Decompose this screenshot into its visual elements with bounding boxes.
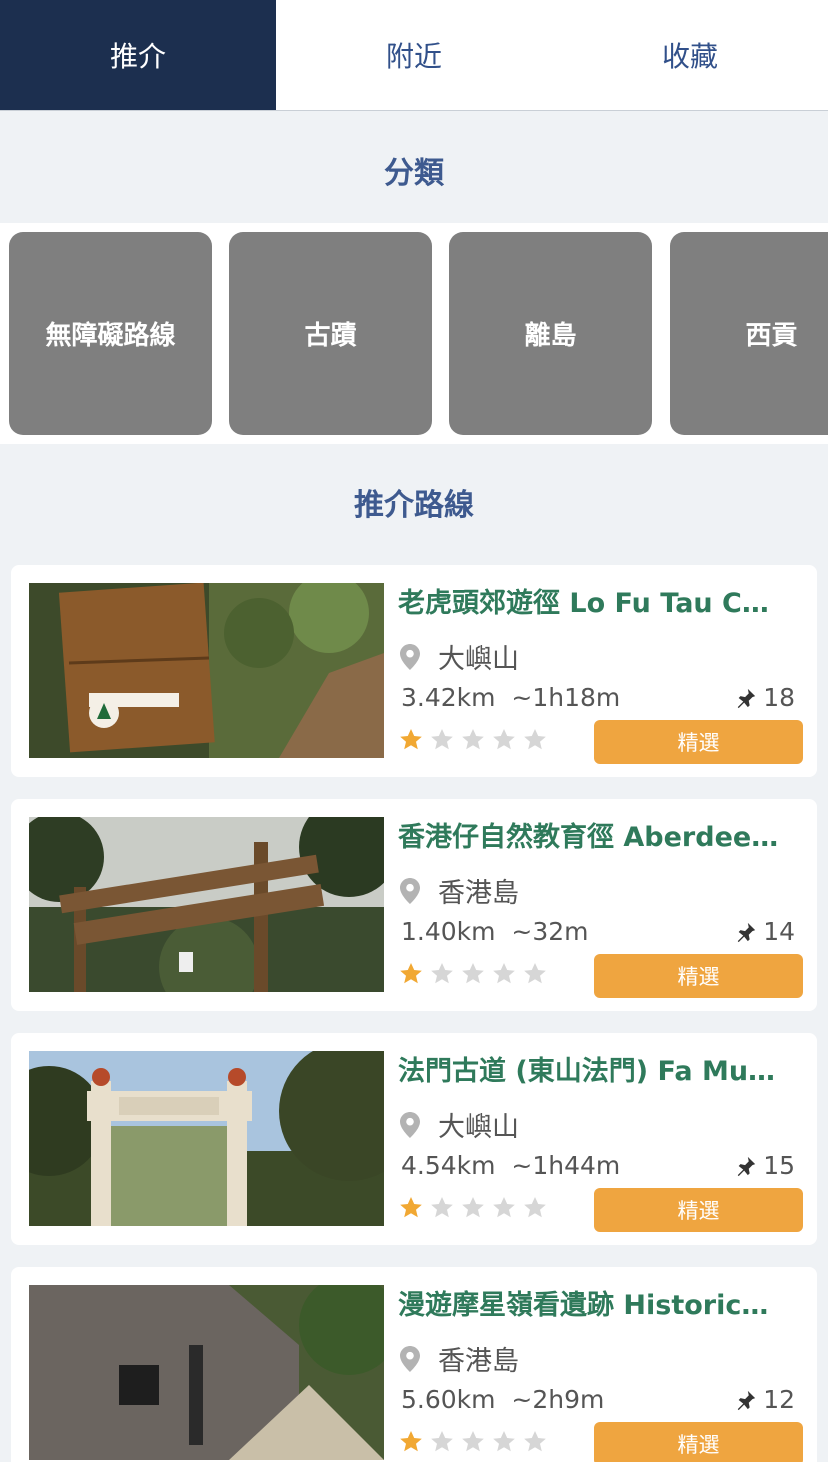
star-empty-icon [462, 729, 484, 750]
star-filled-icon [400, 1431, 422, 1452]
star-empty-icon [431, 963, 453, 984]
route-distance: 3.42km [401, 683, 496, 712]
featured-badge: 精選 [594, 720, 803, 764]
star-empty-icon [524, 963, 546, 984]
thumbtack-icon [737, 688, 756, 708]
star-empty-icon [524, 1431, 546, 1452]
route-duration: ~1h18m [511, 683, 621, 712]
route-rating [399, 728, 554, 752]
route-duration: ~2h9m [511, 1385, 605, 1414]
star-filled-icon [400, 729, 422, 750]
star-empty-icon [431, 729, 453, 750]
route-distance: 1.40km [401, 917, 496, 946]
tab-favorites[interactable]: 收藏 [552, 0, 828, 110]
route-thumbnail [29, 1051, 384, 1226]
star-filled-icon [400, 963, 422, 984]
star-empty-icon [493, 963, 515, 984]
recommended-heading: 推介路線 [354, 488, 474, 523]
route-title: 法門古道 (東山法門) Fa Mu… [398, 1056, 776, 1087]
star-empty-icon [493, 1431, 515, 1452]
route-pin-count: 18 [735, 683, 795, 712]
star-empty-icon [462, 1431, 484, 1452]
star-empty-icon [493, 729, 515, 750]
route-stats: 1.40km ~32m [401, 917, 589, 946]
thumbtack-icon [737, 1390, 756, 1410]
location-pin-icon [400, 877, 420, 904]
route-title: 老虎頭郊遊徑 Lo Fu Tau C… [398, 588, 769, 619]
categories-heading: 分類 [384, 156, 444, 191]
route-pin-count-value: 15 [763, 1151, 795, 1180]
star-empty-icon [524, 729, 546, 750]
thumbtack-icon [737, 1156, 756, 1176]
star-empty-icon [524, 1197, 546, 1218]
featured-badge: 精選 [594, 954, 803, 998]
star-empty-icon [493, 1197, 515, 1218]
route-card[interactable]: 法門古道 (東山法門) Fa Mu… 大嶼山 4.54km ~1h44m 15 … [11, 1033, 817, 1245]
route-distance: 4.54km [401, 1151, 496, 1180]
route-pin-count-value: 12 [763, 1385, 795, 1414]
tab-recommended[interactable]: 推介 [0, 0, 276, 110]
route-thumbnail [29, 817, 384, 992]
route-duration: ~1h44m [511, 1151, 621, 1180]
route-location: 大嶼山 [398, 637, 519, 676]
thumbtack-icon [737, 922, 756, 942]
route-thumbnail [29, 1285, 384, 1460]
route-distance: 5.60km [401, 1385, 496, 1414]
route-pin-count-value: 18 [763, 683, 795, 712]
route-rating [399, 962, 554, 986]
route-location: 香港島 [398, 871, 519, 910]
route-card[interactable]: 老虎頭郊遊徑 Lo Fu Tau C… 大嶼山 3.42km ~1h18m 18… [11, 565, 817, 777]
route-location-label: 香港島 [438, 1346, 519, 1377]
route-card[interactable]: 香港仔自然教育徑 Aberdee… 香港島 1.40km ~32m 14 精選 [11, 799, 817, 1011]
featured-badge: 精選 [594, 1422, 803, 1462]
route-rating [399, 1430, 554, 1454]
star-empty-icon [431, 1431, 453, 1452]
star-empty-icon [462, 963, 484, 984]
tab-nearby[interactable]: 附近 [276, 0, 552, 110]
route-location: 香港島 [398, 1339, 519, 1378]
category-sai-kung[interactable]: 西貢 [670, 232, 828, 435]
star-empty-icon [462, 1197, 484, 1218]
category-heritage[interactable]: 古蹟 [229, 232, 432, 435]
location-pin-icon [400, 1345, 420, 1372]
route-stats: 5.60km ~2h9m [401, 1385, 604, 1414]
location-pin-icon [400, 643, 420, 670]
route-location-label: 大嶼山 [438, 644, 519, 675]
featured-badge: 精選 [594, 1188, 803, 1232]
location-pin-icon [400, 1111, 420, 1138]
route-location: 大嶼山 [398, 1105, 519, 1144]
star-filled-icon [400, 1197, 422, 1218]
route-pin-count: 14 [735, 917, 795, 946]
route-location-label: 大嶼山 [438, 1112, 519, 1143]
route-pin-count: 15 [735, 1151, 795, 1180]
route-location-label: 香港島 [438, 878, 519, 909]
top-tab-bar: 推介 附近 收藏 [0, 0, 828, 111]
category-islands[interactable]: 離島 [449, 232, 652, 435]
star-empty-icon [431, 1197, 453, 1218]
route-duration: ~32m [511, 917, 589, 946]
route-stats: 3.42km ~1h18m [401, 683, 620, 712]
route-pin-count: 12 [735, 1385, 795, 1414]
route-thumbnail [29, 583, 384, 758]
route-stats: 4.54km ~1h44m [401, 1151, 620, 1180]
route-pin-count-value: 14 [763, 917, 795, 946]
route-title: 香港仔自然教育徑 Aberdee… [398, 822, 779, 853]
route-rating [399, 1196, 554, 1220]
route-card[interactable]: 漫遊摩星嶺看遺跡 Historic… 香港島 5.60km ~2h9m 12 精… [11, 1267, 817, 1462]
category-carousel[interactable]: 無障礙路線 古蹟 離島 西貢 [0, 223, 828, 444]
category-accessible[interactable]: 無障礙路線 [9, 232, 212, 435]
route-title: 漫遊摩星嶺看遺跡 Historic… [398, 1290, 769, 1321]
